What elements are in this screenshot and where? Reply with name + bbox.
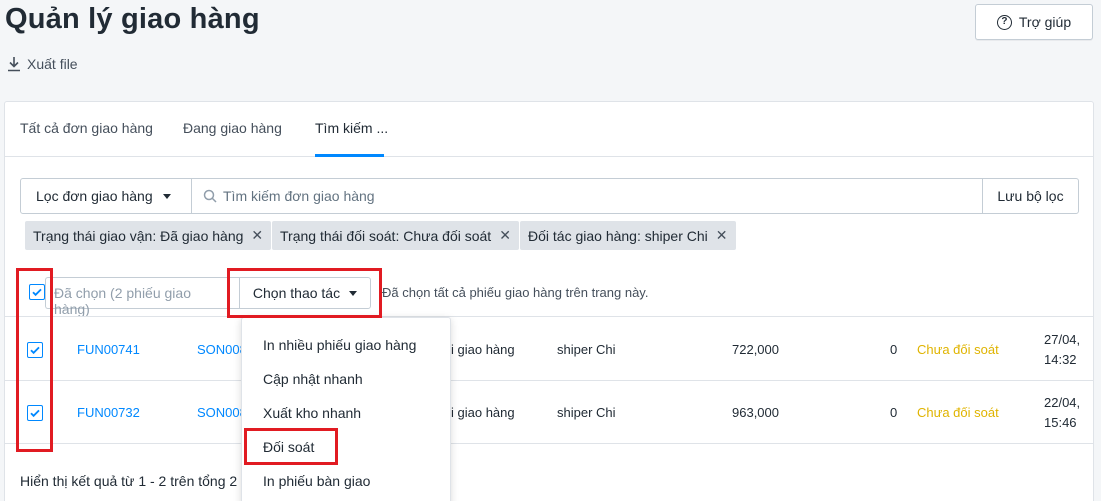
filter-chip-ship-status: Trạng thái giao vận: Đã giao hàng ✕ xyxy=(25,221,272,250)
save-filter-button[interactable]: Lưu bộ lọc xyxy=(982,179,1078,213)
action-menu: In nhiều phiếu giao hàng Cập nhật nhanh … xyxy=(241,317,451,501)
filter-chip-partner: Đối tác giao hàng: shiper Chi ✕ xyxy=(520,221,736,250)
question-icon: ? xyxy=(996,14,1012,30)
fee: 0 xyxy=(890,342,898,357)
menu-item-quick-export[interactable]: Xuất kho nhanh xyxy=(263,405,361,421)
caret-down-icon xyxy=(162,193,171,199)
search-input[interactable] xyxy=(223,179,983,213)
amount: 722,000 xyxy=(732,342,779,357)
chip-label: Trạng thái giao vận: Đã giao hàng xyxy=(33,227,244,244)
select-all-note: Đã chọn tất cả phiếu giao hàng trên tran… xyxy=(382,285,649,300)
chip-label: Đối tác giao hàng: shiper Chi xyxy=(528,227,708,244)
download-icon xyxy=(8,57,20,72)
reconcile-status: Chưa đối soát xyxy=(917,405,999,420)
amount: 963,000 xyxy=(732,405,779,420)
row-checkbox[interactable] xyxy=(27,405,43,421)
help-button[interactable]: ? Trợ giúp xyxy=(975,4,1093,40)
row-divider xyxy=(5,380,1093,381)
menu-item-reconcile[interactable]: Đối soát xyxy=(263,439,314,455)
active-tab-indicator xyxy=(315,154,384,157)
row-divider xyxy=(5,316,1093,317)
tab-search[interactable]: Tìm kiếm ... xyxy=(315,120,388,136)
tab-bar: Tất cả đơn giao hàng Đang giao hàng Tìm … xyxy=(5,102,1093,157)
page-title: Quản lý giao hàng xyxy=(5,3,260,35)
pagination-summary: Hiển thị kết quả từ 1 - 2 trên tổng 2 xyxy=(20,473,238,489)
shipping-status: i giao hàng xyxy=(451,342,515,357)
reconcile-status: Chưa đối soát xyxy=(917,342,999,357)
shipments-card: Tất cả đơn giao hàng Đang giao hàng Tìm … xyxy=(4,101,1094,501)
filter-chip-reconcile-status: Trạng thái đối soát: Chưa đối soát ✕ xyxy=(272,221,519,250)
caret-down-icon xyxy=(349,290,358,296)
row-checkbox[interactable] xyxy=(27,342,43,358)
check-icon xyxy=(30,409,40,418)
shipment-code-link[interactable]: FUN00732 xyxy=(77,405,140,420)
menu-item-quick-update[interactable]: Cập nhật nhanh xyxy=(263,371,363,387)
search-icon xyxy=(203,189,217,203)
tab-delivering[interactable]: Đang giao hàng xyxy=(183,120,282,136)
fee: 0 xyxy=(890,405,898,420)
shipping-status: i giao hàng xyxy=(451,405,515,420)
date: 22/04, xyxy=(1044,395,1081,410)
choose-action-button[interactable]: Chọn thao tác xyxy=(239,277,371,309)
close-icon[interactable]: ✕ xyxy=(499,227,511,244)
selected-count-label: Đã chọn (2 phiếu giao hàng) xyxy=(54,285,191,317)
choose-action-label: Chọn thao tác xyxy=(252,285,341,301)
order-code-link[interactable]: SON008 xyxy=(197,405,247,420)
check-icon xyxy=(32,288,42,297)
filter-bar: Lọc đơn giao hàng Lưu bộ lọc xyxy=(20,178,1079,214)
filter-dropdown-label: Lọc đơn giao hàng xyxy=(36,188,153,204)
delivery-partner: shiper Chi xyxy=(557,342,616,357)
check-icon xyxy=(30,346,40,355)
date: 27/04, xyxy=(1044,332,1081,347)
time: 14:32 xyxy=(1044,352,1077,367)
export-file-button[interactable]: Xuất file xyxy=(7,56,78,72)
tab-all-shipments[interactable]: Tất cả đơn giao hàng xyxy=(20,120,153,136)
close-icon[interactable]: ✕ xyxy=(716,227,728,244)
help-label: Trợ giúp xyxy=(1018,14,1072,30)
menu-item-print-multiple[interactable]: In nhiều phiếu giao hàng xyxy=(263,337,416,353)
chip-label: Trạng thái đối soát: Chưa đối soát xyxy=(280,227,492,244)
select-all-checkbox[interactable] xyxy=(29,284,45,300)
order-code-link[interactable]: SON008 xyxy=(197,342,247,357)
export-file-label: Xuất file xyxy=(27,56,78,72)
close-icon[interactable]: ✕ xyxy=(251,227,263,244)
row-divider xyxy=(5,443,1093,444)
filter-dropdown[interactable]: Lọc đơn giao hàng xyxy=(21,179,192,213)
delivery-partner: shiper Chi xyxy=(557,405,616,420)
shipment-code-link[interactable]: FUN00741 xyxy=(77,342,140,357)
menu-item-print-handover[interactable]: In phiếu bàn giao xyxy=(263,473,370,489)
time: 15:46 xyxy=(1044,415,1077,430)
